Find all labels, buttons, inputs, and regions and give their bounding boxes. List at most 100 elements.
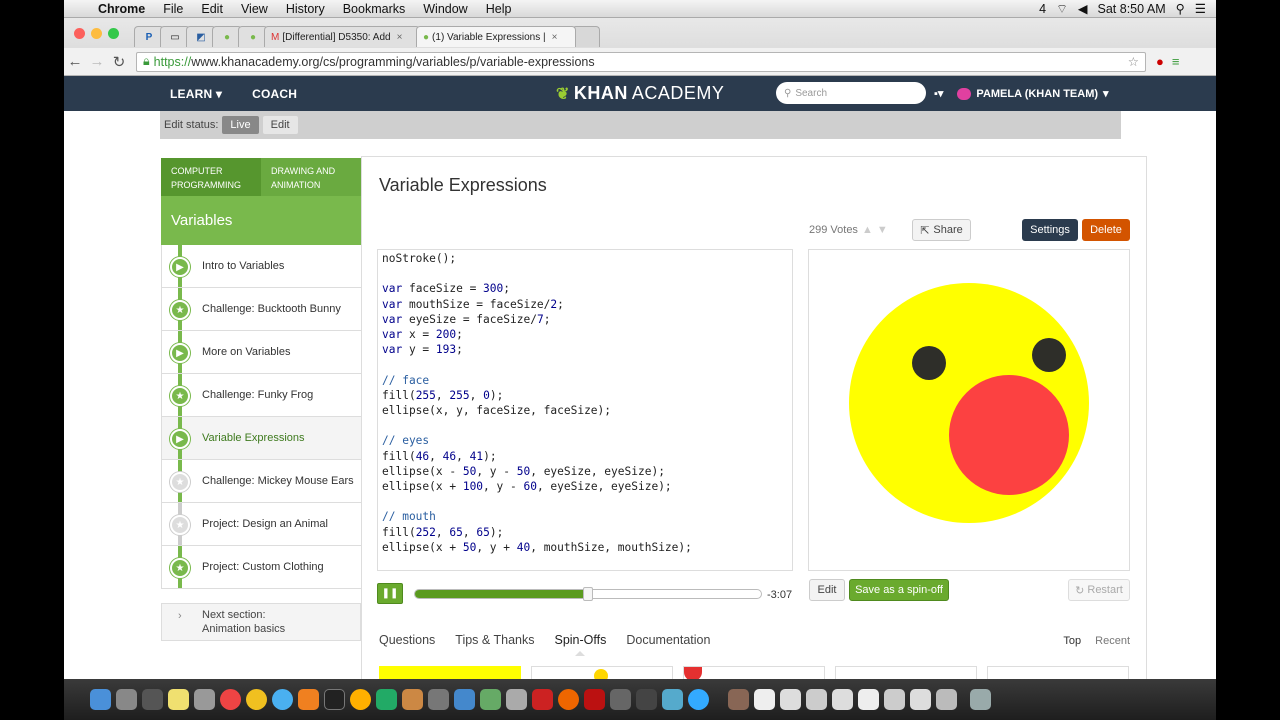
code-editor[interactable]: noStroke(); var faceSize = 300; var mouth… <box>377 249 793 571</box>
document-icon[interactable] <box>780 689 801 710</box>
chrome-icon[interactable] <box>220 689 241 710</box>
breadcrumb-computer-programming[interactable]: COMPUTER PROGRAMMING <box>161 158 261 196</box>
clock[interactable]: Sat 8:50 AM <box>1098 2 1166 16</box>
spinoff-thumbnail[interactable] <box>835 666 977 679</box>
edit-button[interactable]: Edit <box>809 579 845 601</box>
coach-link[interactable]: COACH <box>252 87 297 101</box>
pause-button[interactable]: ❚❚ <box>377 583 403 604</box>
spinoff-thumbnail[interactable] <box>531 666 673 679</box>
menu-view[interactable]: View <box>241 2 268 16</box>
zoom-window-button[interactable] <box>108 28 119 39</box>
tab-tips-thanks[interactable]: Tips & Thanks <box>455 633 534 647</box>
spotlight-icon[interactable]: ⚲ <box>1176 1 1185 16</box>
minimize-window-button[interactable] <box>91 28 102 39</box>
spinoff-thumbnail[interactable] <box>987 666 1129 679</box>
activity-monitor-icon[interactable] <box>376 689 397 710</box>
sidebar-item-funky-frog[interactable]: ★ Challenge: Funky Frog <box>161 374 361 417</box>
app-icon[interactable] <box>636 689 657 710</box>
menu-bookmarks[interactable]: Bookmarks <box>343 2 406 16</box>
close-tab-icon[interactable]: × <box>397 32 403 43</box>
address-bar[interactable]: 🔒︎ https:// www.khanacademy.org/cs/progr… <box>136 51 1146 72</box>
volume-icon[interactable]: ◀ <box>1078 1 1088 16</box>
sidebar-item-more-on-variables[interactable]: ▶ More on Variables <box>161 331 361 374</box>
delete-button[interactable]: Delete <box>1082 219 1130 241</box>
sort-recent[interactable]: Recent <box>1095 635 1130 647</box>
notifications-icon[interactable]: ☰ <box>1195 1 1206 16</box>
menu-help[interactable]: Help <box>486 2 512 16</box>
terminal-icon[interactable] <box>324 689 345 710</box>
user-menu[interactable]: PAMELA (KHAN TEAM) ▾ <box>957 87 1109 100</box>
document-icon[interactable] <box>884 689 905 710</box>
new-tab-button[interactable] <box>572 26 600 47</box>
menu-app[interactable]: Chrome <box>98 2 145 16</box>
trash-icon[interactable] <box>970 689 991 710</box>
reload-icon[interactable]: ↻ <box>108 53 130 71</box>
live-button[interactable]: Live <box>222 116 259 134</box>
tab-documentation[interactable]: Documentation <box>626 633 710 647</box>
app-icon[interactable] <box>454 689 475 710</box>
app-icon[interactable] <box>506 689 527 710</box>
downloads-icon[interactable] <box>936 689 957 710</box>
spinoff-thumbnail[interactable] <box>683 666 825 679</box>
sidebar-item-bucktooth-bunny[interactable]: ★ Challenge: Bucktooth Bunny <box>161 288 361 331</box>
extension-icon[interactable]: ● <box>1156 54 1164 69</box>
notifications-icon[interactable]: ▪▾ <box>934 87 943 100</box>
close-window-button[interactable] <box>74 28 85 39</box>
sidebar-item-intro-to-variables[interactable]: ▶ Intro to Variables <box>161 245 361 288</box>
sidebar-item-mickey-mouse-ears[interactable]: ★ Challenge: Mickey Mouse Ears <box>161 460 361 503</box>
sidebar-item-design-an-animal[interactable]: ★ Project: Design an Animal <box>161 503 361 546</box>
bookmark-star-icon[interactable]: ☆ <box>1128 54 1139 69</box>
settings-button[interactable]: Settings <box>1022 219 1078 241</box>
edit-status-button[interactable]: Edit <box>262 116 298 134</box>
itunes-icon[interactable] <box>662 689 683 710</box>
tab-differential[interactable]: M [Differential] D5350: Add × <box>264 26 420 47</box>
forward-icon[interactable]: → <box>86 53 108 70</box>
dashboard-icon[interactable] <box>480 689 501 710</box>
sidebar-item-variable-expressions[interactable]: ▶ Variable Expressions <box>161 417 361 460</box>
close-tab-icon[interactable]: × <box>552 32 558 43</box>
app-icon[interactable] <box>610 689 631 710</box>
document-icon[interactable] <box>910 689 931 710</box>
menu-history[interactable]: History <box>286 2 325 16</box>
sublime-icon[interactable] <box>298 689 319 710</box>
sidebar-item-custom-clothing[interactable]: ★ Project: Custom Clothing <box>161 546 361 589</box>
canary-icon[interactable] <box>246 689 267 710</box>
ka-logo[interactable]: ❦ KHAN ACADEMY <box>556 83 724 104</box>
upvote-icon[interactable]: ▲ <box>862 224 873 236</box>
tab-spin-offs[interactable]: Spin-Offs <box>554 633 606 656</box>
document-icon[interactable] <box>858 689 879 710</box>
battery-count[interactable]: 4 <box>1039 2 1046 16</box>
app-icon[interactable] <box>728 689 749 710</box>
wifi-icon[interactable]: ⌔ <box>1056 1 1068 17</box>
breadcrumb-drawing-animation[interactable]: DRAWING AND ANIMATION <box>261 158 361 196</box>
scrub-handle[interactable] <box>583 587 593 601</box>
document-icon[interactable] <box>832 689 853 710</box>
back-icon[interactable]: ← <box>64 53 86 70</box>
menu-icon[interactable]: ≡ <box>1172 54 1180 69</box>
document-icon[interactable] <box>806 689 827 710</box>
menu-window[interactable]: Window <box>423 2 467 16</box>
calculator-icon[interactable] <box>428 689 449 710</box>
launchpad-icon[interactable] <box>116 689 137 710</box>
save-spinoff-button[interactable]: Save as a spin-off <box>849 579 949 601</box>
messages-icon[interactable] <box>272 689 293 710</box>
document-icon[interactable] <box>754 689 775 710</box>
photo-booth-icon[interactable] <box>194 689 215 710</box>
preview-icon[interactable] <box>402 689 423 710</box>
output-canvas[interactable] <box>808 249 1130 571</box>
acrobat-icon[interactable] <box>532 689 553 710</box>
firefox-icon[interactable] <box>558 689 579 710</box>
search-input[interactable]: ⚲ Search <box>776 82 926 104</box>
sort-top[interactable]: Top <box>1063 635 1081 647</box>
app-store-icon[interactable] <box>688 689 709 710</box>
app-icon[interactable] <box>350 689 371 710</box>
downvote-icon[interactable]: ▼ <box>877 224 888 236</box>
flash-icon[interactable] <box>584 689 605 710</box>
next-section-link[interactable]: › Next section: Animation basics <box>161 603 361 641</box>
tab-variable-expressions[interactable]: ● (1) Variable Expressions | × <box>416 26 576 47</box>
stickies-icon[interactable] <box>168 689 189 710</box>
mission-control-icon[interactable] <box>142 689 163 710</box>
finder-icon[interactable] <box>90 689 111 710</box>
share-button[interactable]: ⇱ Share <box>912 219 971 241</box>
learn-menu[interactable]: LEARN ▾ <box>170 87 222 101</box>
